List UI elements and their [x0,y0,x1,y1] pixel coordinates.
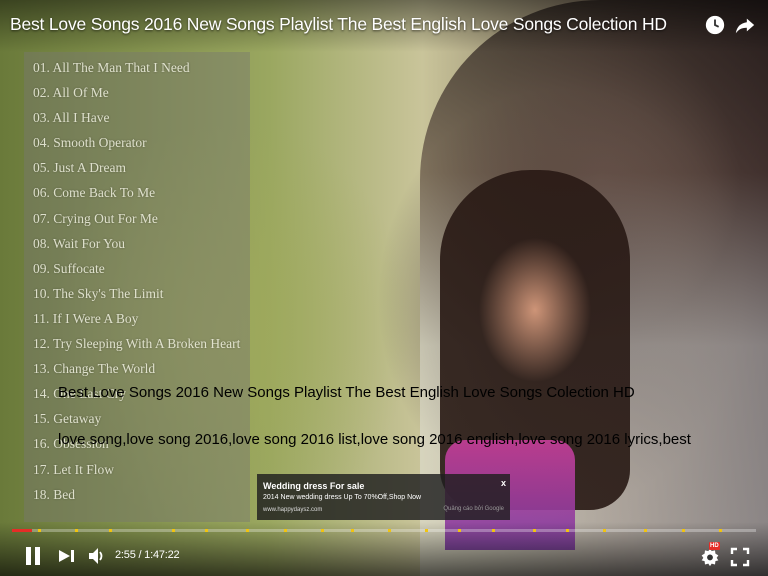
share-arrow-icon[interactable] [734,14,756,36]
playlist-item: 02. All Of Me [33,85,109,101]
next-icon[interactable] [58,549,76,563]
chapter-marker [681,529,685,532]
chapter-marker [491,529,495,532]
caption-line-1: Best Love Songs 2016 New Songs Playlist … [58,384,635,401]
chapter-marker [458,529,462,532]
chapter-marker [171,529,175,532]
chapter-marker [38,529,42,532]
playlist-item: 12. Try Sleeping With A Broken Heart [33,336,241,352]
playlist-item: 01. All The Man That I Need [33,60,190,75]
playlist-item: 17. Let It Flow [33,461,114,477]
playlist-item: 04. Smooth Operator [33,135,147,151]
chapter-marker [350,529,354,532]
chapter-marker [603,529,607,532]
volume-icon[interactable] [88,547,106,565]
time-display: 2:55 / 1:47:22 [115,549,180,561]
chapter-marker [532,529,536,532]
playlist-item: 09. Suffocate [33,260,105,276]
ad-overlay[interactable]: Wedding dress For sale 2014 New wedding … [257,474,510,520]
chapter-marker [718,529,722,532]
playlist-item: 18. Bed [33,486,75,502]
playlist-item: 13. Change The World [33,361,156,377]
chapter-marker [283,529,287,532]
playlist-item: 08. Wait For You [33,235,126,251]
progress-bar[interactable] [12,529,756,532]
progress-played [12,529,33,532]
chapter-marker [566,529,570,532]
chapter-marker [320,529,324,532]
ad-attribution: Quảng cáo bởi Google [443,506,504,512]
video-player[interactable]: 01. All The Man That I Need 02. All Of Me… [0,0,768,576]
playlist-item: 11. If I Were A Boy [33,310,139,326]
playlist-item: 03. All I Have [33,110,110,126]
gear-icon[interactable] [700,547,720,567]
video-title[interactable]: Best Love Songs 2016 New Songs Playlist … [10,14,667,35]
chapter-marker [205,529,209,532]
playlist-item: 06. Come Back To Me [33,185,156,201]
chapter-marker [246,529,250,532]
ad-url[interactable]: www.happydaysz.com [263,507,322,513]
ad-title[interactable]: Wedding dress For sale [263,481,364,491]
chapter-marker [424,529,428,532]
ad-close-button[interactable]: x [501,478,506,488]
playlist-item: 07. Crying Out For Me [33,210,158,226]
hd-badge: HD [709,542,720,550]
caption-line-2: love song,love song 2016,love song 2016 … [58,431,691,448]
playlist-item: 10. The Sky's The Limit [33,285,164,301]
fullscreen-icon[interactable] [730,547,750,567]
chapter-marker [387,529,391,532]
chapter-marker [108,529,112,532]
ad-text: 2014 New wedding dress Up To 70%Off,Shop… [263,494,422,501]
chapter-marker [644,529,648,532]
playlist-item: 05. Just A Dream [33,160,126,176]
clock-icon[interactable] [704,14,726,36]
chapter-marker [75,529,79,532]
pause-icon[interactable] [24,546,42,566]
